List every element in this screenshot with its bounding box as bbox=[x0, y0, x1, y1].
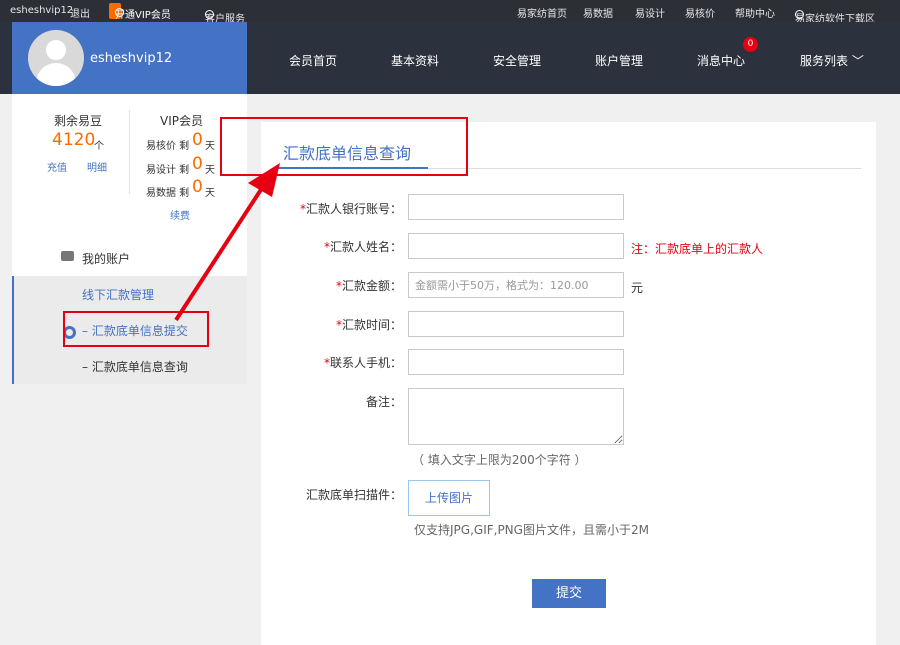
menu-my-account-label: 我的账户 bbox=[82, 252, 131, 266]
profile-card: esheshvip12 bbox=[12, 22, 247, 94]
annotation-box-title bbox=[220, 117, 468, 176]
wallet-icon bbox=[61, 251, 74, 261]
menu-offline-transfer[interactable]: 线下汇款管理 bbox=[82, 286, 154, 303]
beans-value: 4120 bbox=[52, 130, 96, 150]
avatar[interactable] bbox=[28, 30, 84, 86]
phone-label: *联系人手机： bbox=[323, 356, 402, 370]
annotation-box-menu bbox=[63, 311, 209, 347]
profile-username: esheshvip12 bbox=[90, 51, 173, 66]
upload-hint: 仅支持JPG,GIF,PNG图片文件，且需小于2M bbox=[414, 523, 649, 537]
amount-label: *汇款金额： bbox=[335, 279, 402, 293]
nav-messages[interactable]: 消息中心 bbox=[697, 52, 745, 69]
link-design[interactable]: 易设计 bbox=[635, 5, 665, 20]
link-pricing[interactable]: 易核价 bbox=[685, 5, 715, 20]
beans-unit: 个 bbox=[94, 141, 104, 152]
logout-link[interactable]: 退出 bbox=[70, 5, 90, 20]
vip-pricing-unit: 天 bbox=[205, 141, 215, 152]
vip-data-label: 易数据 剩 bbox=[146, 188, 190, 199]
open-vip-button[interactable]: 开通VIP会员 bbox=[109, 3, 171, 21]
nav-service-list[interactable]: 服务列表 ﹀ bbox=[800, 52, 864, 69]
message-count-badge: 0 bbox=[743, 37, 758, 52]
upload-image-button[interactable]: 上传图片 bbox=[408, 480, 490, 516]
vip-design-days: 0 bbox=[192, 154, 203, 174]
menu-query-item[interactable]: – 汇款底单信息查询 bbox=[82, 358, 188, 375]
renew-link[interactable]: 续费 bbox=[170, 207, 190, 222]
recharge-link[interactable]: 充值 bbox=[47, 159, 67, 174]
amount-input[interactable] bbox=[408, 272, 624, 298]
nav-member-home[interactable]: 会员首页 bbox=[289, 52, 337, 69]
remark-textarea[interactable] bbox=[408, 388, 624, 445]
time-label: *汇款时间： bbox=[335, 318, 402, 332]
nav-account[interactable]: 账户管理 bbox=[595, 52, 643, 69]
scan-label: 汇款底单扫描件： bbox=[305, 488, 402, 502]
link-data[interactable]: 易数据 bbox=[583, 5, 613, 20]
beans-label: 剩余易豆 bbox=[54, 114, 103, 128]
remark-label: 备注： bbox=[365, 395, 402, 409]
vip-data-unit: 天 bbox=[205, 188, 215, 199]
account-stats: 剩余易豆 4120 个 充值 明细 VIP会员 易核价 剩 0 天 易设计 剩 … bbox=[12, 94, 247, 238]
bank-account-input[interactable] bbox=[408, 194, 624, 220]
menu-my-account[interactable]: 我的账户 bbox=[12, 238, 247, 276]
remit-time-input[interactable] bbox=[408, 311, 624, 337]
link-help[interactable]: 帮助中心 bbox=[735, 5, 775, 20]
top-username: esheshvip12 bbox=[10, 5, 74, 16]
vip-design-unit: 天 bbox=[205, 165, 215, 176]
top-bar: esheshvip12 退出 开通VIP会员 客户服务 易家纺首页 易数据 易设… bbox=[0, 0, 900, 25]
name-label: *汇款人姓名： bbox=[323, 240, 402, 254]
vip-design-label: 易设计 剩 bbox=[146, 165, 190, 176]
form-panel: 汇款底单信息查询 *汇款人银行账号： *汇款人姓名： 注：汇款底单上的汇款人 *… bbox=[261, 122, 876, 645]
name-note: 注：汇款底单上的汇款人 bbox=[631, 242, 764, 256]
stats-divider bbox=[129, 110, 130, 194]
vip-data-days: 0 bbox=[192, 177, 203, 197]
remark-hint: （ 填入文字上限为200个字符 ） bbox=[412, 453, 587, 467]
nav-basic-info[interactable]: 基本资料 bbox=[391, 52, 439, 69]
detail-link[interactable]: 明细 bbox=[87, 159, 107, 174]
nav-security[interactable]: 安全管理 bbox=[493, 52, 541, 69]
vip-label: VIP会员 bbox=[160, 114, 203, 128]
amount-unit: 元 bbox=[631, 281, 644, 295]
vip-pricing-label: 易核价 剩 bbox=[146, 141, 190, 152]
remitter-name-input[interactable] bbox=[408, 233, 624, 259]
phone-input[interactable] bbox=[408, 349, 624, 375]
link-home[interactable]: 易家纺首页 bbox=[517, 5, 567, 20]
account-label: *汇款人银行账号： bbox=[299, 202, 402, 216]
submit-button[interactable]: 提交 bbox=[532, 579, 606, 608]
vip-pricing-days: 0 bbox=[192, 130, 203, 150]
